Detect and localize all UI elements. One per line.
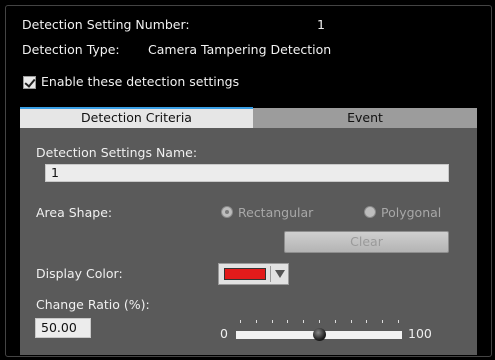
enable-label[interactable]: Enable these detection settings xyxy=(41,74,239,89)
slider-tick xyxy=(350,320,352,323)
slider-tick xyxy=(366,320,368,323)
detection-settings-window: Detection Setting Number: 1 Detection Ty… xyxy=(0,0,495,360)
setting-number-label: Detection Setting Number: xyxy=(22,17,190,32)
display-color-label: Display Color: xyxy=(36,266,123,281)
tab-event[interactable]: Event xyxy=(253,108,477,128)
detection-settings-name-label: Detection Settings Name: xyxy=(36,145,198,160)
slider-tick xyxy=(319,320,320,323)
slider-tick xyxy=(303,320,305,323)
radio-rectangular[interactable] xyxy=(221,206,233,218)
radio-rectangular-label: Rectangular xyxy=(238,205,314,220)
detection-type-value: Camera Tampering Detection xyxy=(148,42,332,57)
detection-settings-name-input[interactable]: 1 xyxy=(45,164,449,182)
clear-button[interactable]: Clear xyxy=(284,231,449,253)
tab-detection-criteria[interactable]: Detection Criteria xyxy=(20,107,253,128)
change-ratio-input[interactable]: 50.00 xyxy=(35,318,91,338)
slider-tick xyxy=(271,320,273,323)
slider-tick xyxy=(398,320,399,323)
select-divider xyxy=(270,266,271,282)
slider-max-label: 100 xyxy=(408,326,432,341)
display-color-select[interactable] xyxy=(218,263,289,285)
detection-type-label: Detection Type: xyxy=(22,42,120,57)
slider-min-label: 0 xyxy=(220,326,228,341)
enable-checkbox[interactable] xyxy=(23,76,36,89)
color-swatch xyxy=(224,268,266,280)
slider-tick xyxy=(334,320,336,323)
slider-tick xyxy=(287,320,289,323)
slider-thumb[interactable] xyxy=(312,328,326,341)
radio-polygonal-label: Polygonal xyxy=(381,205,442,220)
area-shape-label: Area Shape: xyxy=(36,205,113,220)
radio-polygonal[interactable] xyxy=(364,206,376,218)
slider-tick xyxy=(255,320,257,323)
slider-tick xyxy=(382,320,384,323)
chevron-down-icon xyxy=(275,270,285,278)
change-ratio-label: Change Ratio (%): xyxy=(36,297,150,312)
slider-tick xyxy=(240,320,241,323)
setting-number-value: 1 xyxy=(317,17,325,32)
